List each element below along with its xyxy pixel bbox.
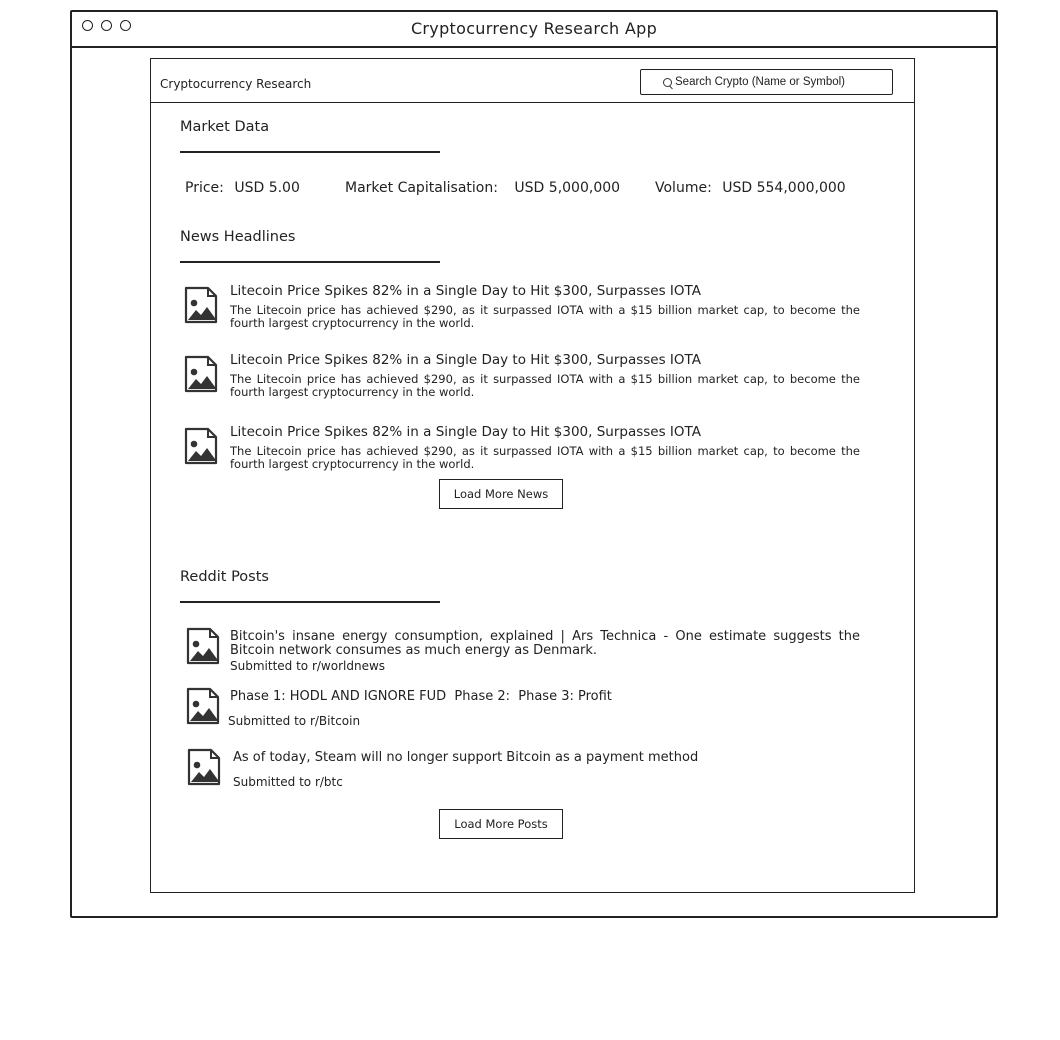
image-placeholder-icon bbox=[186, 687, 220, 725]
news-headline[interactable]: Litecoin Price Spikes 82% in a Single Da… bbox=[230, 424, 701, 440]
image-placeholder-icon bbox=[184, 427, 218, 465]
post-title[interactable]: As of today, Steam will no longer suppor… bbox=[233, 751, 698, 765]
price-label: Price: bbox=[185, 180, 224, 196]
news-summary: The Litecoin price has achieved $290, as… bbox=[230, 303, 860, 330]
image-placeholder-icon bbox=[184, 355, 218, 393]
market-data-divider bbox=[180, 151, 440, 153]
market-data-title: Market Data bbox=[180, 119, 270, 135]
market-cap-stat: Market Capitalisation: USD 5,000,000 bbox=[345, 180, 620, 196]
news-summary: The Litecoin price has achieved $290, as… bbox=[230, 444, 860, 471]
reddit-posts-divider bbox=[180, 601, 440, 603]
post-submitted[interactable]: Submitted to r/btc bbox=[233, 775, 343, 789]
volume-value: USD 554,000,000 bbox=[722, 180, 846, 196]
news-headlines-title: News Headlines bbox=[180, 229, 296, 245]
news-headlines-divider bbox=[180, 261, 440, 263]
load-more-news-button[interactable]: Load More News bbox=[439, 479, 563, 509]
app-title: Cryptocurrency Research bbox=[160, 77, 312, 91]
image-placeholder-icon bbox=[184, 286, 218, 324]
search-field[interactable] bbox=[640, 69, 893, 95]
image-placeholder-icon bbox=[187, 748, 221, 786]
volume-label: Volume: bbox=[655, 180, 712, 196]
load-more-posts-button[interactable]: Load More Posts bbox=[439, 809, 563, 839]
search-icon bbox=[663, 78, 672, 87]
volume-stat: Volume: USD 554,000,000 bbox=[655, 180, 846, 196]
market-cap-label: Market Capitalisation: bbox=[345, 180, 498, 196]
reddit-posts-title: Reddit Posts bbox=[180, 569, 269, 585]
price-value: USD 5.00 bbox=[234, 180, 300, 196]
post-title[interactable]: Bitcoin's insane energy consumption, exp… bbox=[230, 630, 860, 658]
window-titlebar: Cryptocurrency Research App bbox=[72, 12, 996, 48]
news-headline[interactable]: Litecoin Price Spikes 82% in a Single Da… bbox=[230, 283, 701, 299]
search-input[interactable] bbox=[675, 76, 885, 88]
news-headline[interactable]: Litecoin Price Spikes 82% in a Single Da… bbox=[230, 352, 701, 368]
market-cap-value: USD 5,000,000 bbox=[514, 180, 621, 196]
window-title: Cryptocurrency Research App bbox=[410, 19, 658, 38]
post-submitted[interactable]: Submitted to r/worldnews bbox=[230, 659, 385, 673]
news-summary: The Litecoin price has achieved $290, as… bbox=[230, 372, 860, 399]
image-placeholder-icon bbox=[186, 627, 220, 665]
post-title[interactable]: Phase 1: HODL AND IGNORE FUD Phase 2: Ph… bbox=[230, 690, 612, 704]
app-header: Cryptocurrency Research bbox=[151, 59, 914, 103]
post-submitted[interactable]: Submitted to r/Bitcoin bbox=[228, 714, 360, 728]
price-stat: Price: USD 5.00 bbox=[185, 180, 300, 196]
